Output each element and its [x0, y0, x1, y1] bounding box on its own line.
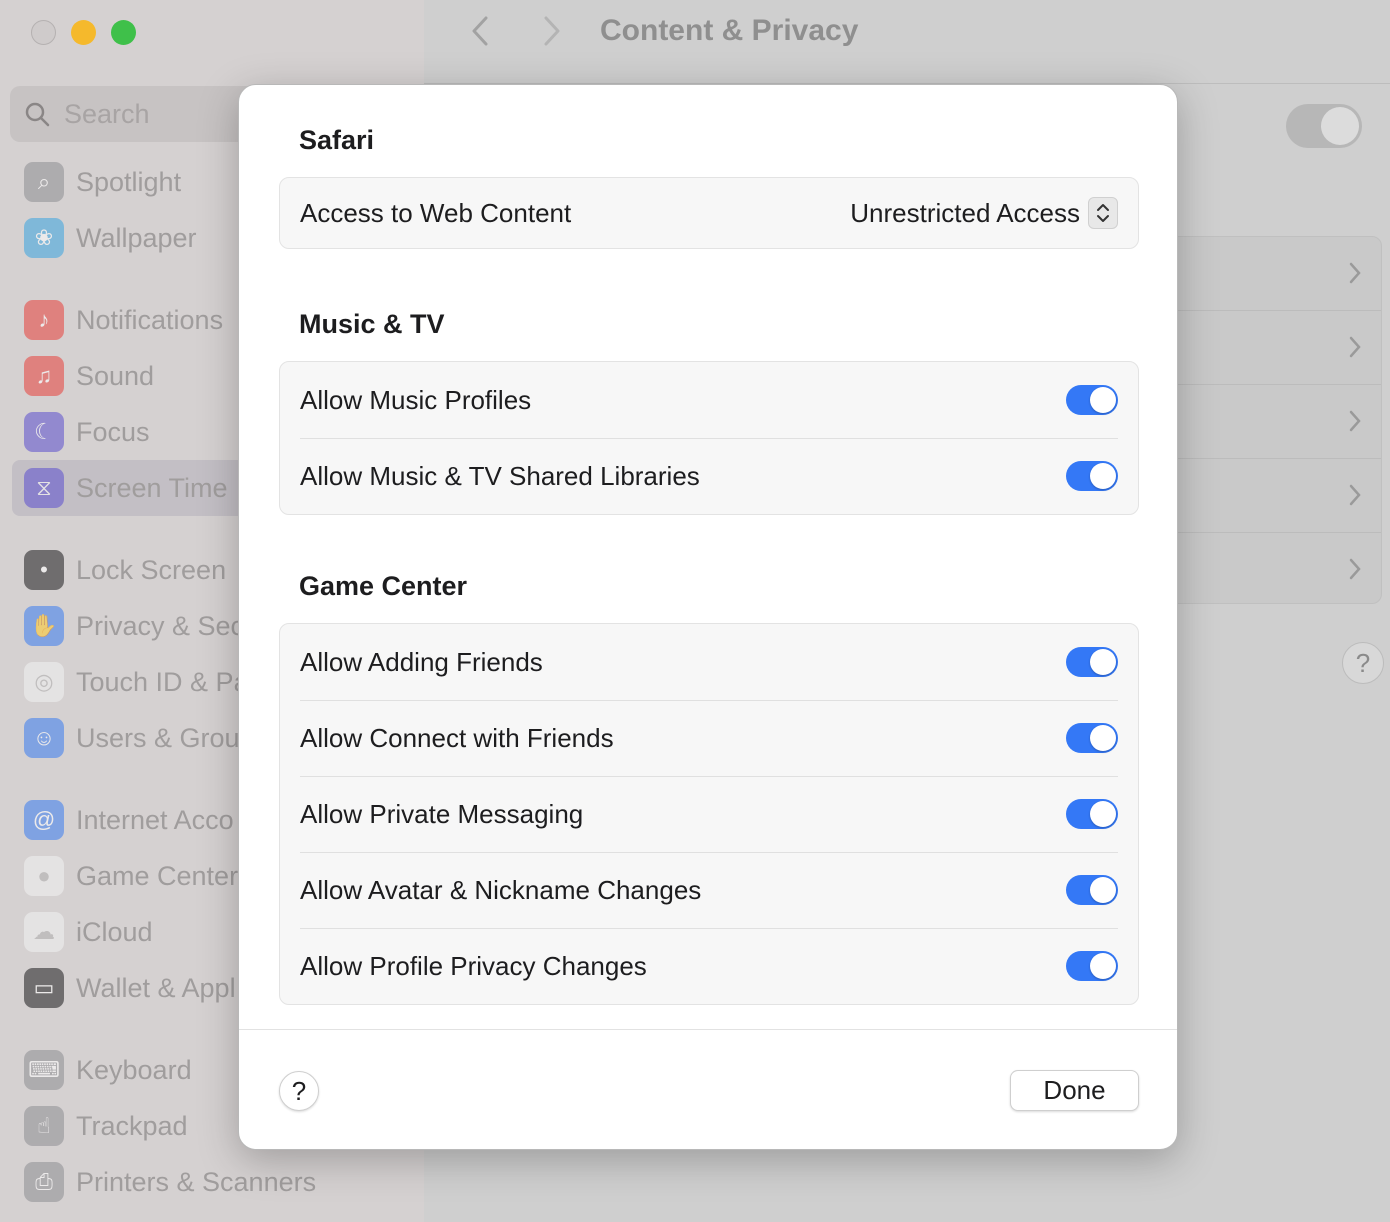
sidebar-item-label: Notifications — [76, 304, 224, 335]
game-center-icon: ● — [24, 856, 64, 896]
toggle-row: Allow Music & TV Shared Libraries — [280, 438, 1138, 514]
content-privacy-sheet: Safari Access to Web Content Unrestricte… — [238, 84, 1178, 1150]
section-title-safari: Safari — [299, 125, 375, 155]
background-help-button[interactable]: ? — [1342, 642, 1384, 684]
settings-row[interactable] — [1165, 459, 1381, 533]
forward-arrow-icon[interactable] — [536, 14, 566, 48]
safari-group: Access to Web Content Unrestricted Acces… — [279, 177, 1139, 249]
search-icon — [25, 102, 50, 127]
toggle-row: Allow Music Profiles — [280, 362, 1138, 438]
toggle-switch[interactable] — [1066, 723, 1118, 753]
sidebar-item-label: Wallpaper — [76, 222, 197, 253]
sidebar-item-label: Wallet & Appl — [76, 972, 236, 1003]
music-tv-group: Allow Music Profiles Allow Music & TV Sha… — [279, 361, 1139, 515]
toggle-knob — [1090, 801, 1116, 827]
sidebar-item-label: Focus — [76, 416, 150, 447]
toggle-row-label: Allow Music & TV Shared Libraries — [300, 460, 700, 491]
sidebar-item-label: Touch ID & Pa — [76, 666, 249, 697]
popup-arrows-icon[interactable] — [1088, 197, 1118, 229]
sidebar-item-label: Spotlight — [76, 166, 182, 197]
toggle-knob — [1090, 725, 1116, 751]
chevron-right-icon — [1349, 262, 1361, 284]
back-arrow-icon[interactable] — [466, 14, 496, 48]
sidebar-item-label: Screen Time — [76, 472, 228, 503]
sidebar-item-label: Printers & Scanners — [76, 1166, 317, 1197]
screen-time-icon: ⧖ — [24, 468, 64, 508]
lock-icon: • — [24, 550, 64, 590]
users-icon: ☺ — [24, 718, 64, 758]
cloud-icon: ☁ — [24, 912, 64, 952]
toggle-knob — [1090, 463, 1116, 489]
toggle-switch[interactable] — [1066, 951, 1118, 981]
notifications-icon: ♪ — [24, 300, 64, 340]
sidebar-item-label: Keyboard — [76, 1054, 192, 1085]
main-header: Content & Privacy — [424, 0, 1390, 84]
toggle-switch[interactable] — [1066, 647, 1118, 677]
toggle-row-label: Allow Private Messaging — [300, 798, 584, 829]
spotlight-icon: ⌕ — [24, 162, 64, 202]
toggle-row-label: Allow Adding Friends — [300, 646, 543, 677]
content-privacy-toggle[interactable] — [1286, 104, 1362, 148]
toggle-knob — [1090, 649, 1116, 675]
sidebar-item-label: Sound — [76, 360, 155, 391]
printer-icon: ⎙ — [24, 1162, 64, 1202]
web-content-row: Access to Web Content Unrestricted Acces… — [280, 178, 1138, 248]
section-title-music-tv: Music & TV — [299, 309, 445, 339]
done-button[interactable]: Done — [1010, 1070, 1139, 1111]
footer-divider — [239, 1029, 1177, 1030]
web-content-popup[interactable]: Unrestricted Access — [850, 198, 1080, 229]
trackpad-icon: ☝ — [24, 1106, 64, 1146]
toggle-row-label: Allow Connect with Friends — [300, 722, 614, 753]
search-placeholder: Search — [64, 98, 150, 129]
sidebar-item-label: Privacy & Sec — [76, 610, 245, 641]
help-button[interactable]: ? — [279, 1071, 319, 1111]
sidebar-item-printers-scanners[interactable]: ⎙ Printers & Scanners — [12, 1154, 412, 1210]
settings-row[interactable] — [1165, 311, 1381, 385]
sidebar-item-label: Lock Screen — [76, 554, 227, 585]
toggle-knob — [1090, 953, 1116, 979]
chevron-right-icon — [1349, 336, 1361, 358]
wallpaper-icon: ❀ — [24, 218, 64, 258]
toggle-switch[interactable] — [1066, 875, 1118, 905]
section-title-game-center: Game Center — [299, 571, 468, 601]
sidebar-item-label: Users & Grou — [76, 722, 240, 753]
settings-row[interactable] — [1165, 385, 1381, 459]
chevron-right-icon — [1349, 484, 1361, 506]
toggle-knob — [1090, 877, 1116, 903]
toggle-row: Allow Adding Friends — [280, 624, 1138, 700]
toggle-row: Allow Avatar & Nickname Changes — [280, 852, 1138, 928]
settings-list-card — [1164, 236, 1382, 604]
toggle-switch[interactable] — [1066, 385, 1118, 415]
game-center-group: Allow Adding Friends Allow Connect with F… — [279, 623, 1139, 1005]
toggle-row-label: Allow Avatar & Nickname Changes — [300, 874, 702, 905]
at-icon: @ — [24, 800, 64, 840]
toggle-row-label: Allow Profile Privacy Changes — [300, 950, 647, 981]
chevron-right-icon — [1349, 558, 1361, 580]
toggle-switch[interactable] — [1066, 461, 1118, 491]
sound-icon: ♫ — [24, 356, 64, 396]
sidebar-item-label: Internet Acco — [76, 804, 234, 835]
chevron-right-icon — [1349, 410, 1361, 432]
focus-icon: ☾ — [24, 412, 64, 452]
toggle-knob — [1090, 387, 1116, 413]
toggle-row-label: Allow Music Profiles — [300, 384, 532, 415]
zoom-window-button[interactable] — [111, 20, 136, 45]
web-content-label: Access to Web Content — [300, 197, 572, 228]
sidebar-item-label: Game Center — [76, 860, 239, 891]
toggle-row: Allow Connect with Friends — [280, 700, 1138, 776]
wallet-icon: ▭ — [24, 968, 64, 1008]
page-title: Content & Privacy — [600, 14, 859, 47]
settings-row[interactable] — [1165, 533, 1381, 607]
sidebar-item-label: Trackpad — [76, 1110, 188, 1141]
sidebar-item-label: iCloud — [76, 916, 153, 947]
toggle-switch[interactable] — [1066, 799, 1118, 829]
toggle-row: Allow Private Messaging — [280, 776, 1138, 852]
minimize-window-button[interactable] — [71, 20, 96, 45]
close-window-button[interactable] — [31, 20, 56, 45]
settings-row[interactable] — [1165, 237, 1381, 311]
toggle-row: Allow Profile Privacy Changes — [280, 928, 1138, 1004]
fingerprint-icon: ◎ — [24, 662, 64, 702]
hand-icon: ✋ — [24, 606, 64, 646]
keyboard-icon: ⌨ — [24, 1050, 64, 1090]
